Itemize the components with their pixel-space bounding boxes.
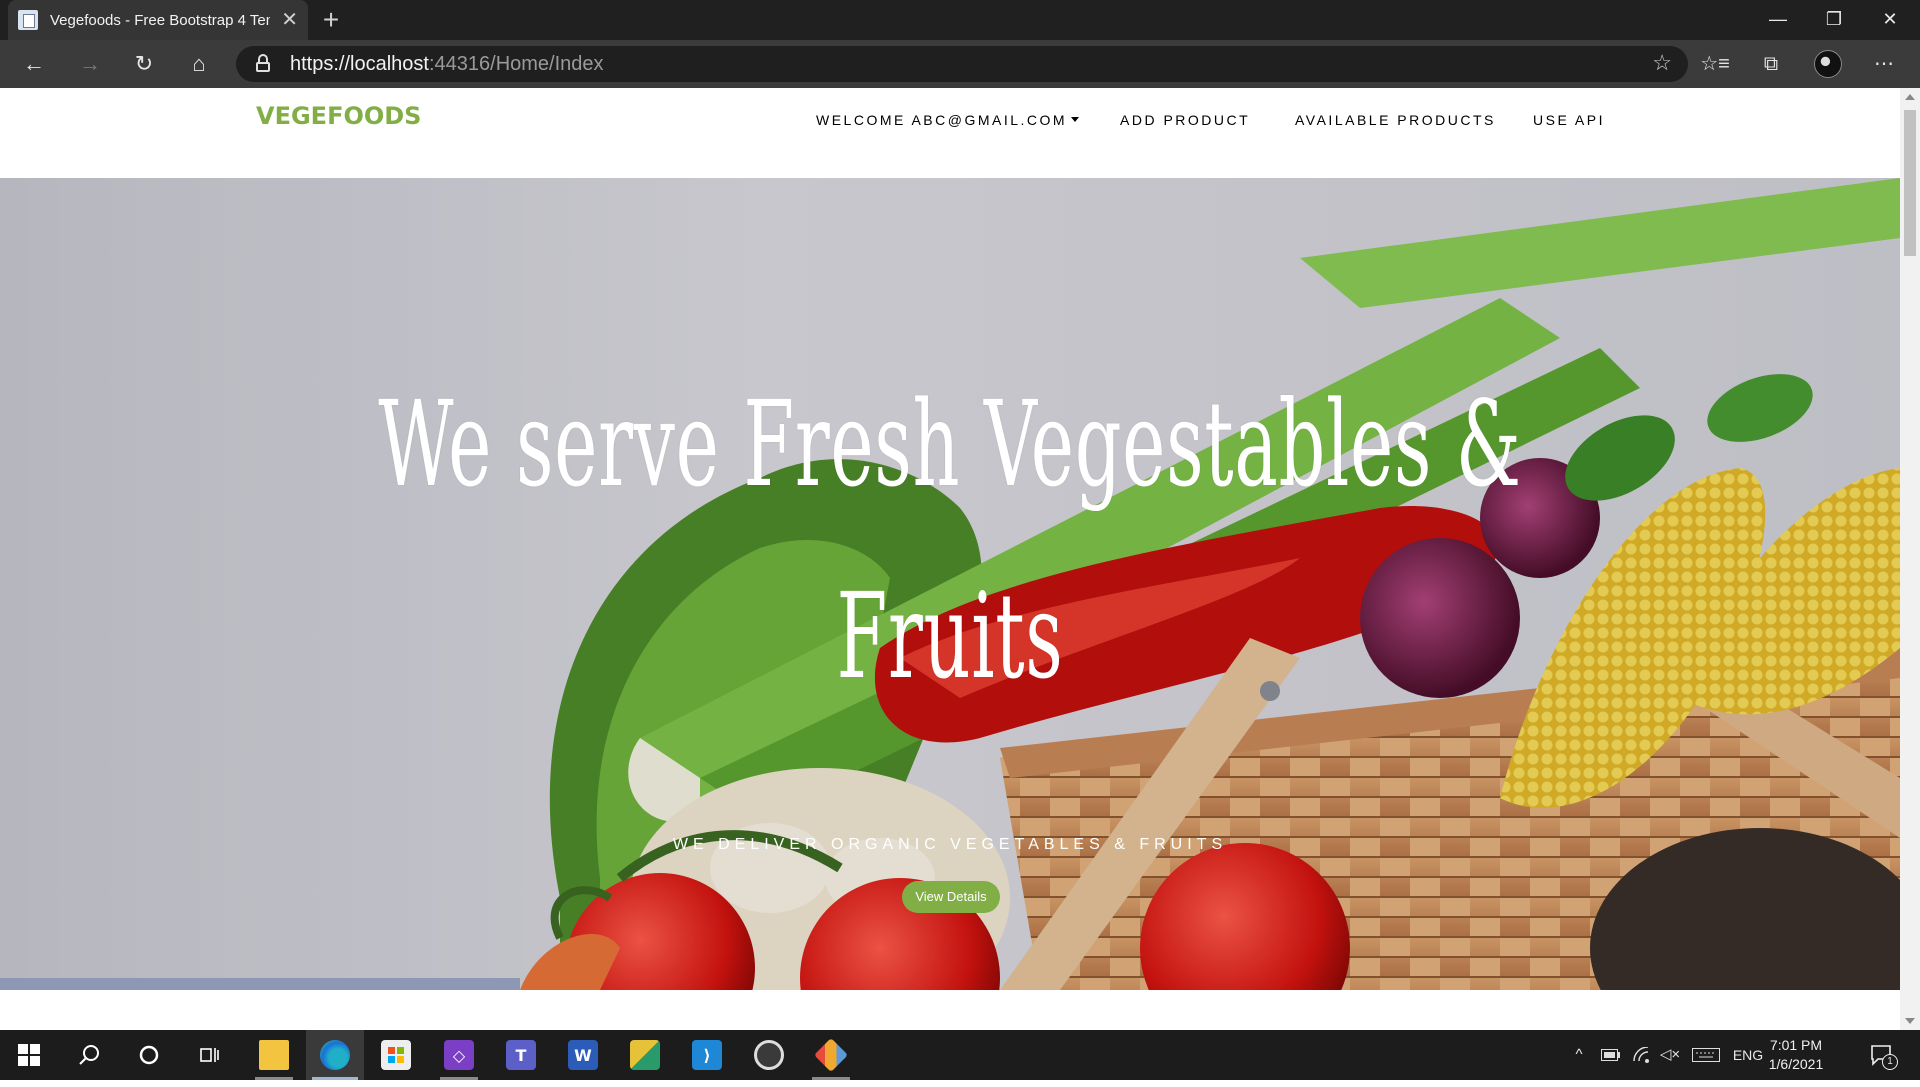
start-button[interactable]	[0, 1030, 58, 1080]
hero-section: We serve Fresh Vegestables & Fruits WE D…	[0, 178, 1900, 990]
taskbar-git[interactable]	[802, 1030, 860, 1080]
windows-taskbar: ◇ T W ⟩ ^ ◁× ENG 7:01 PM 1/6/2021 1	[0, 1030, 1920, 1080]
nav-welcome-dropdown[interactable]: WELCOME ABC@GMAIL.COM	[816, 112, 1080, 128]
address-bar[interactable]: https://localhost:44316/Home/Index ☆	[236, 46, 1688, 82]
url-host: localhost	[350, 53, 429, 75]
store-icon	[381, 1040, 411, 1070]
page-scrollbar[interactable]	[1900, 88, 1920, 1030]
favorite-star-icon[interactable]: ☆	[1652, 50, 1672, 76]
task-view-icon	[200, 1048, 219, 1062]
view-details-button[interactable]: View Details	[902, 881, 1000, 913]
windows-logo-icon	[18, 1044, 40, 1066]
cortana-icon	[139, 1045, 159, 1065]
wifi-icon[interactable]	[1630, 1030, 1654, 1080]
forward-button[interactable]: →	[72, 48, 108, 80]
tab-title: Vegefoods - Free Bootstrap 4 Template	[50, 11, 270, 29]
page-viewport: VEGEFOODS WELCOME ABC@GMAIL.COM ADD PROD…	[0, 88, 1900, 1030]
taskbar-edge[interactable]	[306, 1030, 364, 1080]
nav-welcome-label: WELCOME ABC@GMAIL.COM	[816, 112, 1068, 128]
visual-studio-icon: ◇	[444, 1040, 474, 1070]
restore-button[interactable]: ❐	[1806, 0, 1862, 40]
nav-use-api[interactable]: USE API	[1533, 112, 1605, 128]
taskbar-store[interactable]	[367, 1030, 425, 1080]
battery-icon[interactable]	[1598, 1030, 1624, 1080]
lock-icon[interactable]	[256, 54, 270, 72]
hero-title: We serve Fresh Vegestables & Fruits	[378, 375, 1522, 705]
nav-add-product[interactable]: ADD PRODUCT	[1120, 112, 1250, 128]
notifications-button[interactable]: 1	[1862, 1030, 1902, 1080]
taskbar-word[interactable]: W	[554, 1030, 612, 1080]
refresh-button[interactable]: ↻	[126, 48, 162, 80]
tray-overflow-chevron-icon[interactable]: ^	[1568, 1030, 1590, 1080]
site-logo[interactable]: VEGEFOODS	[256, 102, 421, 130]
nav-available-products[interactable]: AVAILABLE PRODUCTS	[1295, 112, 1496, 128]
minimize-button[interactable]: —	[1750, 0, 1806, 40]
favorites-icon[interactable]: ☆≡	[1697, 48, 1733, 80]
scroll-down-icon[interactable]	[1905, 1018, 1915, 1024]
hero-subtitle: WE DELIVER ORGANIC VEGETABLES & FRUITS	[672, 836, 1228, 853]
app-icon	[630, 1040, 660, 1070]
home-button[interactable]: ⌂	[181, 48, 217, 80]
browser-titlebar: Vegefoods - Free Bootstrap 4 Template ✕ …	[0, 0, 1920, 40]
vscode-icon: ⟩	[692, 1040, 722, 1070]
taskbar-obs[interactable]	[740, 1030, 798, 1080]
profile-avatar[interactable]	[1814, 50, 1842, 78]
taskbar-file-explorer[interactable]	[245, 1030, 303, 1080]
taskbar-app[interactable]	[616, 1030, 674, 1080]
url-protocol: https://	[290, 53, 351, 75]
keyboard-icon[interactable]	[1690, 1030, 1722, 1080]
back-button[interactable]: ←	[16, 48, 52, 80]
taskbar-visual-studio[interactable]: ◇	[430, 1030, 488, 1080]
tab-close-icon[interactable]: ✕	[281, 10, 298, 30]
browser-tab[interactable]: Vegefoods - Free Bootstrap 4 Template ✕	[8, 0, 308, 40]
scroll-up-icon[interactable]	[1905, 94, 1915, 100]
scrollbar-thumb[interactable]	[1904, 110, 1916, 256]
notification-count: 1	[1882, 1054, 1898, 1070]
task-view-button[interactable]	[180, 1030, 238, 1080]
git-icon	[814, 1038, 848, 1072]
taskbar-teams[interactable]: T	[492, 1030, 550, 1080]
settings-menu-icon[interactable]: ⋯	[1866, 48, 1902, 80]
clock-time: 7:01 PM	[1769, 1037, 1823, 1053]
clock-date: 1/6/2021	[1768, 1056, 1824, 1072]
browser-toolbar: ← → ↻ ⌂ https://localhost:44316/Home/Ind…	[0, 40, 1920, 88]
search-button[interactable]	[60, 1030, 118, 1080]
search-icon	[79, 1045, 99, 1065]
system-clock[interactable]: 7:01 PM 1/6/2021	[1756, 1036, 1836, 1074]
new-tab-button[interactable]: +	[315, 4, 347, 36]
edge-icon	[320, 1040, 350, 1070]
obs-icon	[754, 1040, 784, 1070]
site-navbar: VEGEFOODS WELCOME ABC@GMAIL.COM ADD PROD…	[0, 88, 1900, 178]
word-icon: W	[568, 1040, 598, 1070]
volume-muted-icon[interactable]: ◁×	[1658, 1030, 1682, 1080]
url-path: :44316/Home/Index	[428, 53, 604, 75]
teams-icon: T	[506, 1040, 536, 1070]
url-text[interactable]: https://localhost:44316/Home/Index	[290, 53, 604, 76]
page-favicon-icon	[18, 10, 38, 30]
file-explorer-icon	[259, 1040, 289, 1070]
cortana-button[interactable]	[120, 1030, 178, 1080]
taskbar-vscode[interactable]: ⟩	[678, 1030, 736, 1080]
collections-icon[interactable]: ⧉	[1753, 48, 1789, 80]
caret-down-icon	[1071, 116, 1080, 122]
close-window-button[interactable]: ✕	[1862, 0, 1918, 40]
